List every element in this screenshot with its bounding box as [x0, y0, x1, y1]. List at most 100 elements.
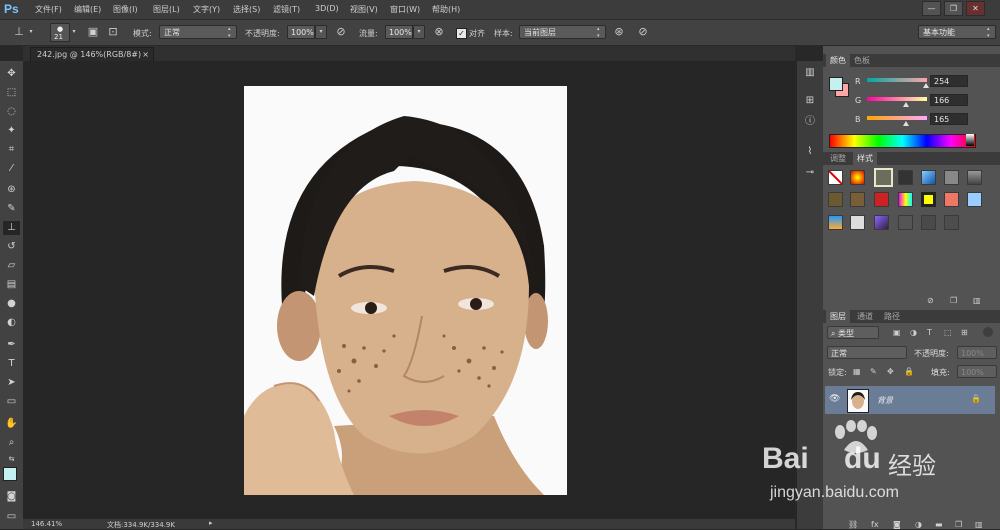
- mode-dropdown[interactable]: 正常: [159, 25, 237, 40]
- b-value[interactable]: 165: [930, 113, 968, 125]
- g-slider-thumb[interactable]: [903, 102, 909, 107]
- visibility-eye-icon[interactable]: 👁: [829, 394, 840, 404]
- clone-source-panel-icon[interactable]: ⊡: [106, 25, 120, 39]
- menu-window[interactable]: 窗口(W): [390, 4, 420, 15]
- history-brush-tool-icon[interactable]: ↺: [3, 240, 20, 254]
- style-swatch[interactable]: [850, 215, 865, 230]
- style-swatch-none[interactable]: [828, 170, 843, 185]
- filter-toggle[interactable]: [983, 327, 993, 337]
- menu-3d[interactable]: 3D(D): [315, 4, 339, 13]
- style-swatch[interactable]: [898, 192, 913, 207]
- style-swatch[interactable]: [944, 192, 959, 207]
- opacity-dropdown-icon[interactable]: ▾: [315, 25, 327, 39]
- style-swatch[interactable]: [874, 215, 889, 230]
- ignore-adjustment-layers-icon[interactable]: ⊛: [612, 25, 626, 39]
- lasso-tool-icon[interactable]: ◌: [3, 105, 20, 119]
- layer-name[interactable]: 背景: [877, 395, 893, 406]
- g-slider[interactable]: [867, 97, 927, 101]
- style-swatch[interactable]: [944, 170, 959, 185]
- style-swatch[interactable]: [921, 170, 936, 185]
- tab-channels[interactable]: 通道: [853, 310, 877, 323]
- align-checkbox[interactable]: ✓: [456, 28, 467, 39]
- quick-mask-icon[interactable]: ◙: [3, 490, 20, 504]
- status-menu-arrow-icon[interactable]: ▸: [209, 519, 213, 527]
- brush-dropdown-icon[interactable]: ▾: [71, 25, 77, 39]
- gradient-tool-icon[interactable]: ▤: [3, 278, 20, 292]
- pressure-opacity-icon[interactable]: ⊘: [334, 25, 348, 39]
- lock-image-icon[interactable]: ✎: [870, 367, 877, 377]
- brush-presets-panel-icon[interactable]: ⊞: [802, 94, 818, 108]
- tool-preset-arrow-icon[interactable]: ▾: [27, 25, 35, 39]
- style-swatch[interactable]: [967, 192, 982, 207]
- pressure-size-icon[interactable]: ⊘: [636, 25, 650, 39]
- styles-delete-icon[interactable]: ▥: [973, 296, 981, 306]
- hand-tool-icon[interactable]: ✋: [3, 417, 20, 431]
- opacity-input[interactable]: 100%: [287, 25, 315, 39]
- restore-button[interactable]: ❐: [944, 1, 963, 16]
- move-tool-icon[interactable]: ✥: [3, 67, 20, 81]
- airbrush-icon[interactable]: ⊗: [432, 25, 446, 39]
- filter-shape-icon[interactable]: ⬚: [944, 328, 952, 338]
- swap-colors-icon[interactable]: ⇆: [3, 452, 20, 466]
- layer-blend-mode-dropdown[interactable]: 正常: [827, 346, 907, 359]
- workspace-dropdown[interactable]: 基本功能: [918, 25, 996, 40]
- style-swatch[interactable]: [828, 192, 843, 207]
- lock-transparent-icon[interactable]: ▦: [853, 367, 861, 377]
- brush-panel-toggle-icon[interactable]: ▣: [86, 25, 100, 39]
- clone-source-icon[interactable]: ⊸: [802, 166, 818, 180]
- info-panel-icon[interactable]: ⓘ: [802, 115, 818, 129]
- b-slider-thumb[interactable]: [903, 121, 909, 126]
- style-swatch[interactable]: [898, 170, 913, 185]
- lock-all-icon[interactable]: 🔒: [904, 367, 914, 377]
- tab-adjustments[interactable]: 调整: [826, 152, 850, 165]
- blur-tool-icon[interactable]: ●: [3, 297, 20, 311]
- r-slider-thumb[interactable]: [923, 83, 929, 88]
- dodge-tool-icon[interactable]: ◐: [3, 316, 20, 330]
- style-swatch[interactable]: [850, 170, 865, 185]
- b-slider[interactable]: [867, 116, 927, 120]
- style-swatch[interactable]: [921, 215, 936, 230]
- style-swatch[interactable]: [850, 192, 865, 207]
- brush-panel-icon[interactable]: ⌇: [802, 145, 818, 159]
- marquee-tool-icon[interactable]: ⬚: [3, 86, 20, 100]
- layer-row-background[interactable]: 👁 背景 🔒: [825, 386, 995, 414]
- healing-brush-tool-icon[interactable]: ⊛: [3, 183, 20, 197]
- clone-stamp-tool-icon[interactable]: ⊥: [12, 25, 26, 39]
- black-white-ramp[interactable]: [966, 134, 974, 146]
- r-slider[interactable]: [867, 78, 927, 82]
- layer-kind-filter[interactable]: ⌕ 类型: [827, 326, 879, 339]
- menu-select[interactable]: 选择(S): [233, 4, 260, 15]
- styles-clear-icon[interactable]: ⊘: [927, 296, 934, 306]
- flow-input[interactable]: 100%: [385, 25, 413, 39]
- magic-wand-tool-icon[interactable]: ✦: [3, 124, 20, 138]
- type-tool-icon[interactable]: T: [3, 357, 20, 371]
- zoom-tool-icon[interactable]: ⌕: [3, 436, 20, 450]
- layer-opacity-input[interactable]: 100%: [957, 346, 997, 359]
- style-swatch-selected[interactable]: [874, 168, 893, 187]
- menu-help[interactable]: 帮助(H): [432, 4, 460, 15]
- menu-layer[interactable]: 图层(L): [153, 4, 180, 15]
- style-swatch[interactable]: [967, 170, 982, 185]
- style-swatch[interactable]: [828, 215, 843, 230]
- style-swatch[interactable]: [898, 215, 913, 230]
- r-value[interactable]: 254: [930, 75, 968, 87]
- filter-adjustment-icon[interactable]: ◑: [910, 328, 917, 338]
- color-spectrum-bar[interactable]: [829, 134, 976, 148]
- layer-fill-input[interactable]: 100%: [957, 365, 997, 378]
- sample-dropdown[interactable]: 当前图层: [519, 25, 606, 40]
- tab-layers[interactable]: 图层: [826, 310, 850, 323]
- menu-filter[interactable]: 滤镜(T): [273, 4, 300, 15]
- style-swatch[interactable]: [921, 192, 936, 207]
- document-canvas[interactable]: [244, 86, 567, 495]
- zoom-level[interactable]: 146.41%: [31, 520, 62, 528]
- tab-color[interactable]: 颜色: [826, 54, 850, 67]
- menu-edit[interactable]: 编辑(E): [74, 4, 101, 15]
- menu-type[interactable]: 文字(Y): [193, 4, 220, 15]
- style-swatch[interactable]: [944, 215, 959, 230]
- path-selection-tool-icon[interactable]: ➤: [3, 376, 20, 390]
- foreground-color-swatch[interactable]: [3, 467, 17, 481]
- crop-tool-icon[interactable]: ⌗: [3, 143, 20, 157]
- close-window-button[interactable]: ✕: [966, 1, 985, 16]
- filter-pixel-icon[interactable]: ▣: [893, 328, 901, 338]
- tab-paths[interactable]: 路径: [880, 310, 904, 323]
